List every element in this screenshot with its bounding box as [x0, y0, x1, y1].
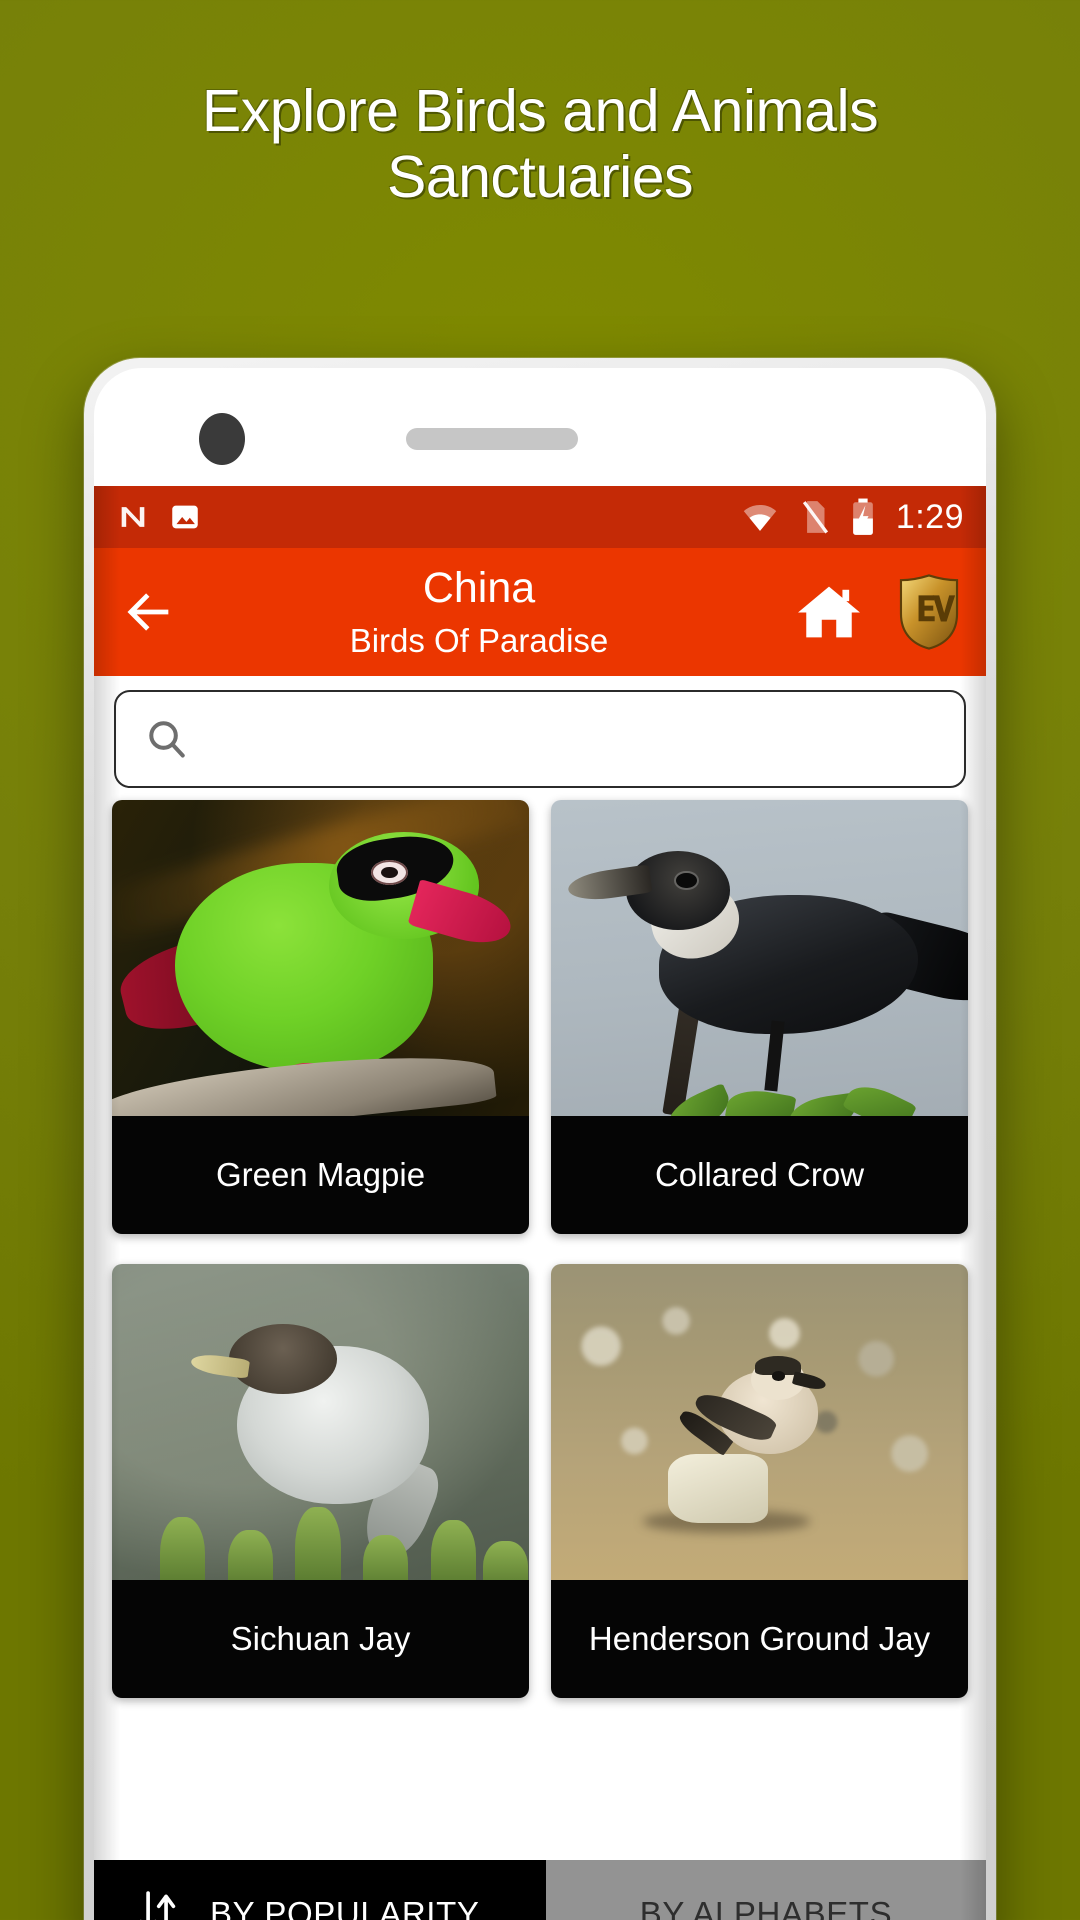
bird-illustration [551, 1264, 968, 1580]
bird-grid: Green Magpie Collared Crow Sichuan Jay H… [94, 788, 986, 1698]
home-icon[interactable] [794, 581, 864, 643]
status-bar-left-icons [116, 500, 202, 534]
bird-name: Henderson Ground Jay [551, 1580, 968, 1698]
bird-card[interactable]: Collared Crow [551, 800, 968, 1234]
collared-crow-photo [551, 800, 968, 1116]
bird-card[interactable]: Sichuan Jay [112, 1264, 529, 1698]
promo-line-2: Sanctuaries [386, 144, 694, 211]
app-screen: 1:29 China Birds Of Paradise Green Magpi… [94, 486, 986, 1920]
status-bar: 1:29 [94, 486, 986, 548]
search-icon [149, 721, 185, 758]
bird-illustration [112, 800, 529, 1116]
earpiece-speaker [406, 428, 578, 450]
sort-by-popularity-button[interactable]: BY POPULARITY [94, 1860, 546, 1920]
no-sim-icon [802, 501, 828, 534]
status-bar-clock: 1:29 [895, 497, 964, 536]
promo-line-1: Explore Birds and Animals [201, 78, 879, 144]
sort-popularity-label: BY POPULARITY [210, 1895, 480, 1920]
photo-icon [172, 505, 198, 529]
promo-heading: Explore Birds and Animals Sanctuaries [0, 78, 1080, 210]
bird-card[interactable]: Henderson Ground Jay [551, 1264, 968, 1698]
green-magpie-photo [112, 800, 529, 1116]
ev-shield-logo[interactable] [898, 574, 960, 650]
app-bar-titles: China Birds Of Paradise [168, 564, 794, 659]
sort-alphabets-label: BY ALPHABETS [639, 1895, 893, 1920]
phone-screen-bezel: 1:29 China Birds Of Paradise Green Magpi… [94, 368, 986, 1920]
search-input[interactable] [208, 720, 936, 758]
bird-card[interactable]: Green Magpie [112, 800, 529, 1234]
page-title: China [422, 564, 536, 612]
sichuan-jay-photo [112, 1264, 529, 1580]
search-section [94, 676, 986, 788]
henderson-ground-jay-photo [551, 1264, 968, 1580]
front-camera-icon [199, 413, 245, 465]
bird-name: Green Magpie [112, 1116, 529, 1234]
bird-illustration [112, 1264, 529, 1580]
phone-mockup: 1:29 China Birds Of Paradise Green Magpi… [84, 358, 996, 1920]
bird-name: Collared Crow [551, 1116, 968, 1234]
android-n-icon [121, 507, 145, 527]
sort-bar: BY POPULARITY BY ALPHABETS [94, 1860, 986, 1920]
wifi-icon [743, 504, 777, 531]
status-bar-right-icons: 1:29 [740, 497, 964, 537]
page-subtitle: Birds Of Paradise [349, 622, 609, 659]
battery-charging-icon [852, 498, 873, 535]
sort-by-alphabets-button[interactable]: BY ALPHABETS [546, 1860, 986, 1920]
sort-arrows-icon [140, 1891, 176, 1920]
app-bar: China Birds Of Paradise [94, 548, 986, 676]
bird-name: Sichuan Jay [112, 1580, 529, 1698]
bird-illustration [551, 800, 968, 1116]
search-bar[interactable] [114, 690, 966, 788]
